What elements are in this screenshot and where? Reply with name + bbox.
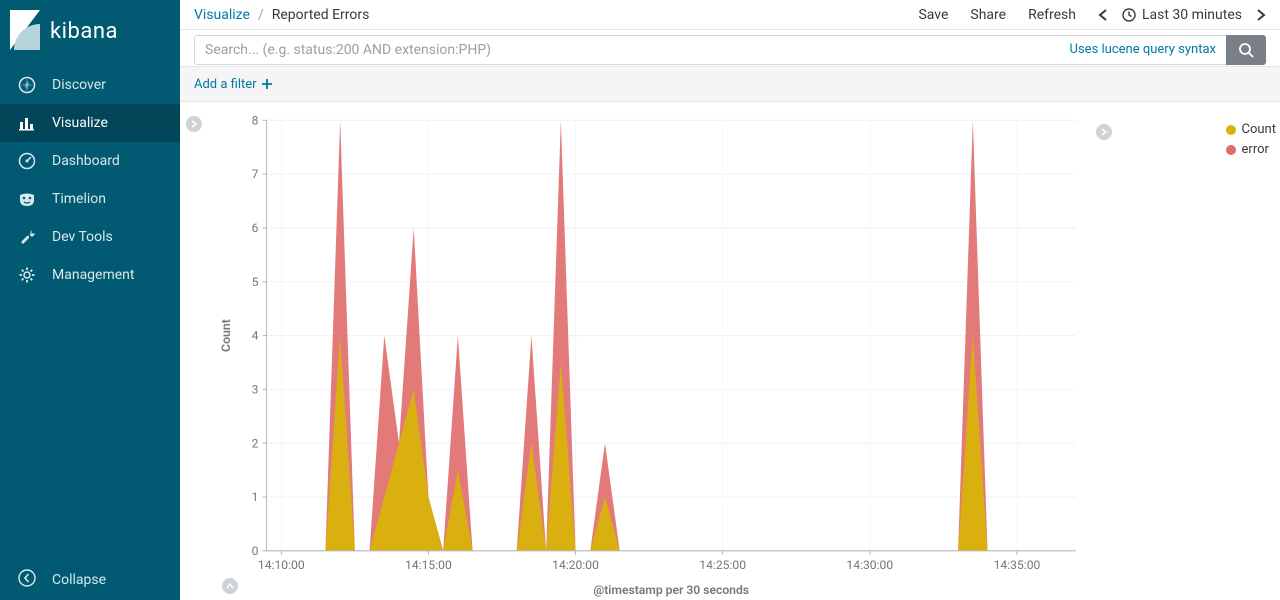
plus-icon: [262, 79, 272, 89]
lucene-syntax-link[interactable]: Uses lucene query syntax: [1070, 42, 1216, 57]
svg-text:0: 0: [252, 544, 259, 558]
add-filter-label: Add a filter: [194, 77, 257, 92]
search-row: Uses lucene query syntax: [180, 30, 1280, 66]
breadcrumb: Visualize / Reported Errors: [194, 7, 369, 23]
chart[interactable]: 0 1 2 3 4 5 6 7 8 14:10:00 14:15:00 14:20:00 14:25:0…: [216, 108, 1268, 600]
time-picker: Last 30 minutes: [1098, 7, 1266, 23]
svg-text:14:15:00: 14:15:00: [405, 558, 452, 572]
chart-bar-icon: [18, 114, 36, 132]
collapse-sidebar-button[interactable]: Collapse: [0, 560, 180, 600]
time-range-button[interactable]: Last 30 minutes: [1122, 7, 1242, 23]
search-input[interactable]: [205, 42, 1070, 58]
time-next-button[interactable]: [1256, 9, 1266, 21]
sidebar-item-discover[interactable]: Discover: [0, 66, 180, 104]
compass-icon: [18, 76, 36, 94]
svg-text:1: 1: [252, 490, 259, 504]
search-button[interactable]: [1226, 35, 1266, 65]
svg-text:7: 7: [252, 167, 259, 181]
sidebar-item-label: Discover: [52, 77, 106, 93]
time-prev-button[interactable]: [1098, 9, 1108, 21]
time-range-label: Last 30 minutes: [1142, 7, 1242, 23]
expand-panel-button[interactable]: [186, 116, 202, 132]
visualization-area: Count error 01234567814:10:0014:15:0014:…: [180, 102, 1280, 600]
topbar: Visualize / Reported Errors Save Share R…: [180, 0, 1280, 30]
refresh-button[interactable]: Refresh: [1028, 7, 1076, 23]
sidebar-item-label: Dev Tools: [52, 229, 113, 245]
clock-icon: [1122, 8, 1136, 22]
save-button[interactable]: Save: [918, 7, 948, 23]
svg-text:Count: Count: [219, 319, 233, 352]
filter-bar: Add a filter: [180, 66, 1280, 102]
svg-text:8: 8: [252, 113, 259, 127]
wrench-icon: [18, 228, 36, 246]
add-filter-button[interactable]: Add a filter: [194, 77, 272, 92]
sidebar-item-management[interactable]: Management: [0, 256, 180, 294]
logo[interactable]: kibana: [0, 0, 180, 62]
mask-icon: [18, 190, 36, 208]
sidebar-item-visualize[interactable]: Visualize: [0, 104, 180, 142]
brand-text: kibana: [50, 19, 118, 44]
sidebar-item-timelion[interactable]: Timelion: [0, 180, 180, 218]
gauge-icon: [18, 152, 36, 170]
svg-text:14:35:00: 14:35:00: [994, 558, 1041, 572]
svg-text:@timestamp per 30 seconds: @timestamp per 30 seconds: [593, 583, 749, 597]
sidebar: kibana Discover Visualize Dashboard: [0, 0, 180, 600]
svg-text:14:30:00: 14:30:00: [846, 558, 893, 572]
svg-text:3: 3: [252, 382, 259, 396]
sidebar-item-devtools[interactable]: Dev Tools: [0, 218, 180, 256]
nav: Discover Visualize Dashboard Timelion: [0, 62, 180, 560]
breadcrumb-current: Reported Errors: [272, 7, 370, 23]
chevron-left-circle-icon: [18, 569, 36, 591]
main: Visualize / Reported Errors Save Share R…: [180, 0, 1280, 600]
chevron-right-icon: [190, 120, 198, 128]
svg-text:14:20:00: 14:20:00: [552, 558, 599, 572]
top-actions: Save Share Refresh Last 30 minutes: [918, 7, 1266, 23]
sidebar-item-dashboard[interactable]: Dashboard: [0, 142, 180, 180]
search-icon: [1238, 42, 1254, 58]
share-button[interactable]: Share: [970, 7, 1006, 23]
breadcrumb-sep: /: [258, 7, 264, 23]
svg-text:4: 4: [252, 329, 259, 343]
collapse-label: Collapse: [52, 572, 106, 588]
svg-text:5: 5: [252, 275, 259, 289]
kibana-logo-icon: [10, 10, 40, 52]
sidebar-item-label: Management: [52, 267, 134, 283]
svg-text:6: 6: [252, 221, 259, 235]
svg-text:2: 2: [252, 436, 259, 450]
svg-text:14:10:00: 14:10:00: [258, 558, 305, 572]
sidebar-item-label: Dashboard: [52, 153, 120, 169]
sidebar-item-label: Timelion: [52, 191, 106, 207]
sidebar-item-label: Visualize: [52, 115, 108, 131]
gear-icon: [18, 266, 36, 284]
search-wrap: Uses lucene query syntax: [194, 35, 1226, 65]
breadcrumb-root[interactable]: Visualize: [194, 7, 250, 23]
svg-text:14:25:00: 14:25:00: [699, 558, 746, 572]
